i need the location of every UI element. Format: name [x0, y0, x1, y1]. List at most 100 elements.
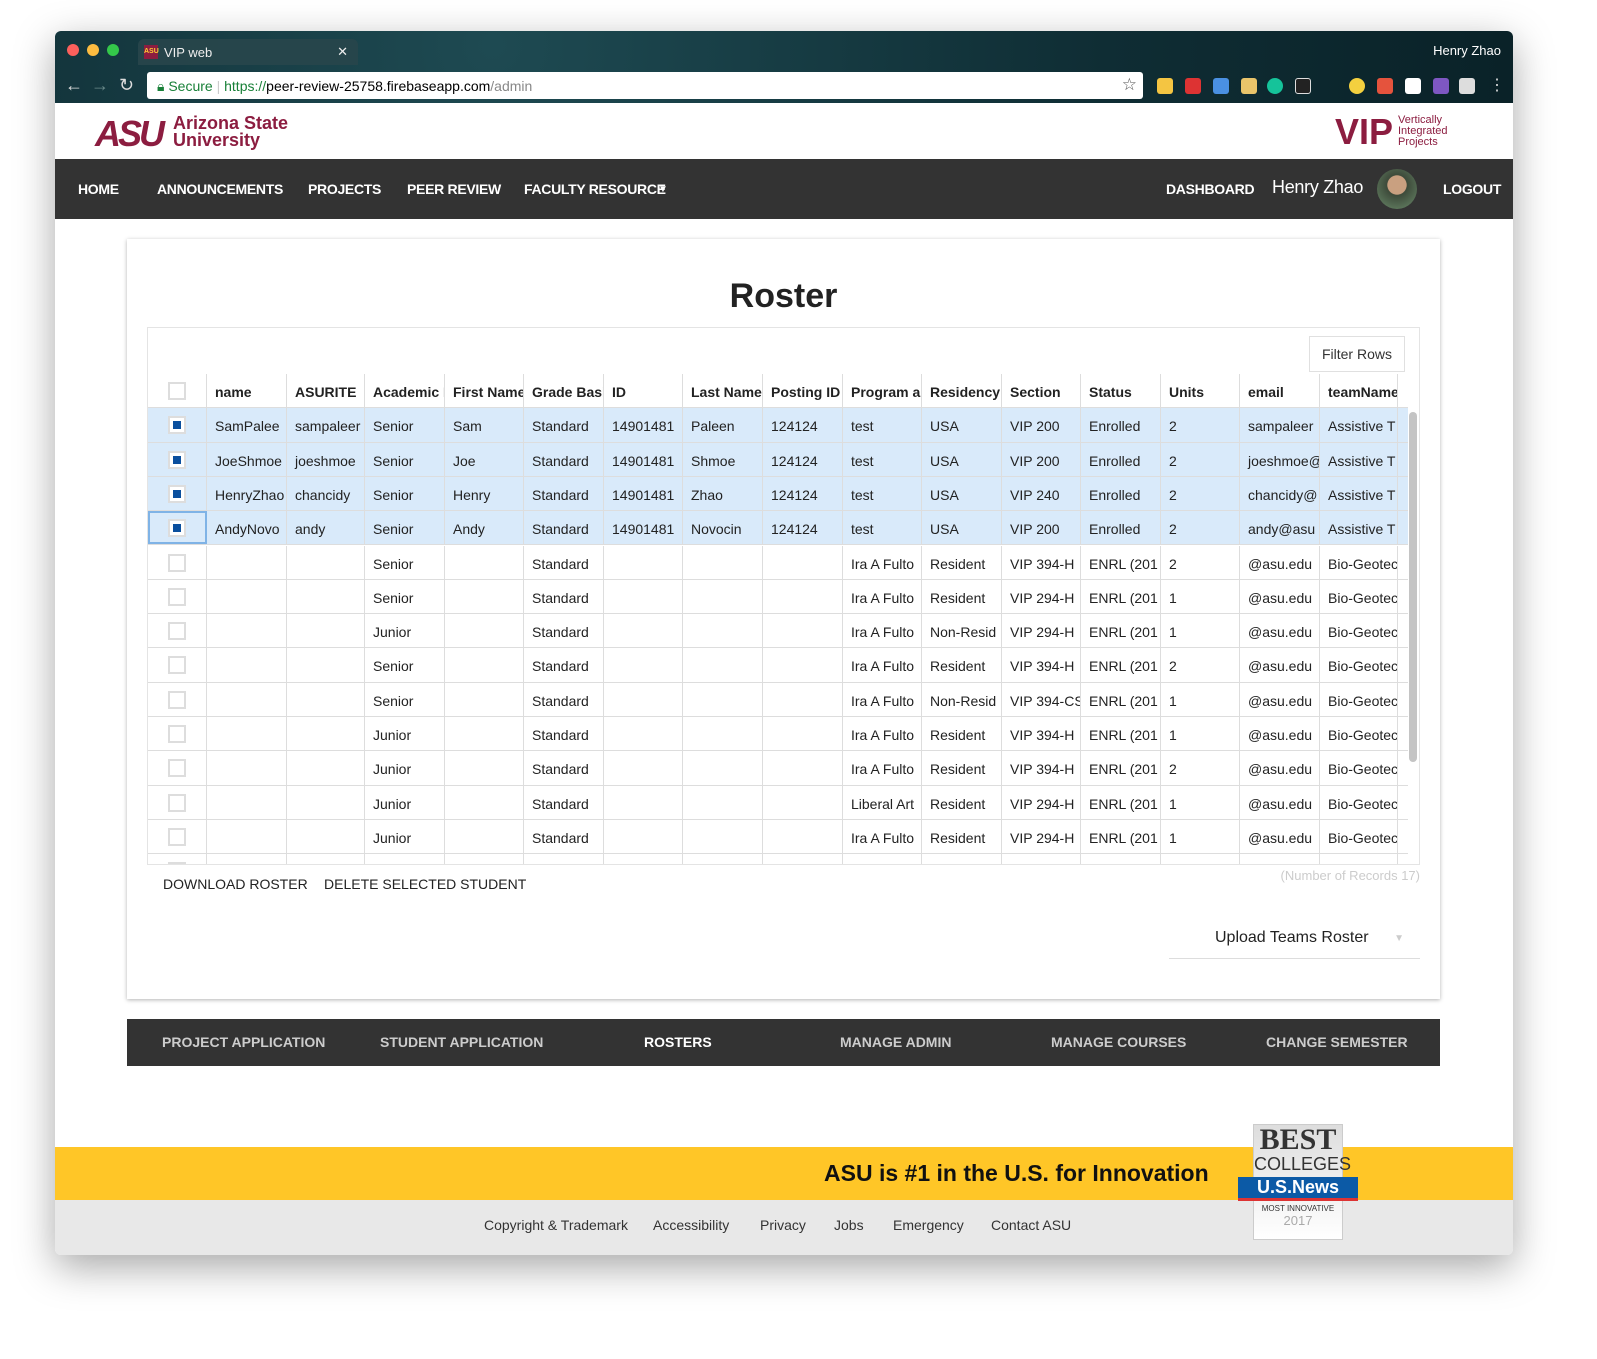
close-tab-icon[interactable]: ✕ [337, 44, 348, 60]
row-checkbox[interactable] [168, 416, 186, 435]
table-header-row[interactable]: name ASURITE Academic L First Name Grade Bas… [148, 374, 1408, 409]
table-cell [1002, 854, 1081, 864]
column-header[interactable]: Units [1161, 374, 1240, 408]
column-header[interactable]: Section [1002, 374, 1081, 408]
row-checkbox[interactable] [168, 519, 186, 538]
table-cell: Standard [524, 545, 604, 579]
row-checkbox[interactable] [168, 553, 186, 572]
table-row[interactable]: Junior Standard Ira A Fulto Resident VIP 394… [148, 717, 1408, 752]
vertical-scrollbar[interactable] [1409, 412, 1417, 762]
table-row[interactable]: Senior Standard Ira A Fulto Non-Resid VIP 39… [148, 682, 1408, 717]
subnav-rosters[interactable]: ROSTERS [644, 1034, 712, 1050]
download-roster-button[interactable]: DOWNLOAD ROSTER [163, 876, 308, 892]
table-row[interactable]: Senior Standard Ira A Fulto Resident VIP 394… [148, 545, 1408, 580]
table-row[interactable]: HenryZhao chancidy Senior Henry Standard 1490… [148, 476, 1408, 512]
profile-name[interactable]: Henry Zhao [1433, 43, 1501, 58]
table-row[interactable]: AndyNovo andy Senior Andy Standard 14901481 No… [148, 511, 1408, 546]
maximize-window-button[interactable] [107, 44, 119, 56]
nav-faculty-resource[interactable]: FACULTY RESOURCE [524, 181, 666, 197]
reload-icon[interactable]: ↻ [119, 75, 134, 96]
minimize-window-button[interactable] [87, 44, 99, 56]
column-header[interactable]: teamName [1320, 374, 1398, 408]
table-row[interactable] [148, 854, 1408, 864]
nav-announcements[interactable]: ANNOUNCEMENTS [157, 181, 283, 197]
grammarly-icon[interactable] [1267, 78, 1283, 94]
banner-text[interactable]: ASU is #1 in the U.S. for Innovation [824, 1160, 1209, 1187]
footer-link-privacy[interactable]: Privacy [760, 1217, 806, 1233]
column-header[interactable]: Program an [843, 374, 922, 408]
nav-dashboard[interactable]: DASHBOARD [1166, 181, 1255, 197]
back-icon[interactable]: ← [65, 75, 83, 96]
column-header[interactable]: ASURITE [287, 374, 365, 408]
bookmark-star-icon[interactable]: ☆ [1122, 75, 1137, 95]
nav-logout[interactable]: LOGOUT [1443, 181, 1501, 197]
table-row[interactable]: Junior Standard Ira A Fulto Non-Resid VIP 29… [148, 614, 1408, 649]
footer-link-accessibility[interactable]: Accessibility [653, 1217, 729, 1233]
row-checkbox[interactable] [168, 759, 186, 778]
row-checkbox[interactable] [168, 690, 186, 709]
column-header[interactable]: Residency [922, 374, 1002, 408]
menu-kebab-icon[interactable]: ⋮ [1489, 75, 1505, 95]
upload-teams-roster-select[interactable]: Upload Teams Roster ▼ [1169, 929, 1420, 959]
column-header[interactable]: Status [1081, 374, 1161, 408]
table-row[interactable]: Junior Standard Ira A Fulto Resident VIP 394… [148, 751, 1408, 786]
subnav-project-application[interactable]: PROJECT APPLICATION [162, 1034, 325, 1050]
filter-rows-button[interactable]: Filter Rows [1308, 336, 1405, 372]
column-header[interactable]: ID [604, 374, 683, 408]
extension-icon[interactable] [1185, 78, 1201, 94]
caret-down-icon[interactable]: ▼ [658, 184, 668, 195]
extension-icon[interactable] [1459, 78, 1475, 94]
subnav-manage-admin[interactable]: MANAGE ADMIN [840, 1034, 951, 1050]
column-header[interactable]: Posting ID [763, 374, 843, 408]
row-checkbox[interactable] [168, 622, 186, 641]
row-checkbox[interactable] [168, 484, 186, 503]
record-count: (Number of Records 17) [1280, 868, 1420, 883]
footer-link-jobs[interactable]: Jobs [834, 1217, 864, 1233]
row-checkbox[interactable] [168, 793, 186, 812]
footer-link-emergency[interactable]: Emergency [893, 1217, 964, 1233]
table-cell [922, 854, 1002, 864]
column-header[interactable]: First Name [445, 374, 524, 408]
footer-link-copyright[interactable]: Copyright & Trademark [484, 1217, 628, 1233]
table-row[interactable]: Senior Standard Ira A Fulto Resident VIP 394… [148, 648, 1408, 683]
extension-icon[interactable] [1377, 78, 1393, 94]
extension-icon[interactable] [1157, 78, 1173, 94]
row-checkbox[interactable] [168, 450, 186, 469]
column-header[interactable]: Last Name [683, 374, 763, 408]
table-row[interactable]: Junior Standard Ira A Fulto Resident VIP 294… [148, 819, 1408, 855]
extension-icon[interactable] [1295, 78, 1311, 94]
column-header[interactable]: Academic L [365, 374, 445, 408]
subnav-change-semester[interactable]: CHANGE SEMESTER [1266, 1034, 1408, 1050]
row-checkbox[interactable] [168, 862, 186, 864]
nav-home[interactable]: HOME [78, 181, 119, 197]
row-checkbox[interactable] [168, 587, 186, 606]
extension-icon[interactable] [1349, 78, 1365, 94]
column-header[interactable]: name [207, 374, 287, 408]
nav-projects[interactable]: PROJECTS [308, 181, 381, 197]
table-row[interactable]: Junior Standard Liberal Art Resident VIP 294… [148, 785, 1408, 820]
row-checkbox[interactable] [168, 656, 186, 675]
extension-icon[interactable] [1433, 78, 1449, 94]
footer-link-contact[interactable]: Contact ASU [991, 1217, 1071, 1233]
select-all-checkbox[interactable] [168, 382, 186, 400]
close-window-button[interactable] [67, 44, 79, 56]
browser-tab[interactable]: ASU VIP web ✕ [138, 39, 358, 65]
row-checkbox[interactable] [168, 827, 186, 846]
extension-icon[interactable] [1241, 78, 1257, 94]
avatar[interactable] [1377, 169, 1417, 209]
table-row[interactable]: Senior Standard Ira A Fulto Resident VIP 294… [148, 579, 1408, 615]
delete-selected-student-button[interactable]: DELETE SELECTED STUDENT [324, 876, 526, 892]
row-checkbox[interactable] [168, 725, 186, 743]
table-row[interactable]: JoeShmoe joeshmoe Senior Joe Standard 1490148… [148, 442, 1408, 477]
nav-peer-review[interactable]: PEER REVIEW [407, 181, 501, 197]
subnav-student-application[interactable]: STUDENT APPLICATION [380, 1034, 543, 1050]
extension-icon[interactable] [1213, 78, 1229, 94]
subnav-manage-courses[interactable]: MANAGE COURSES [1051, 1034, 1186, 1050]
nav-user-name[interactable]: Henry Zhao [1272, 177, 1363, 198]
table-row[interactable]: SamPalee sampaleer Senior Sam Standard 149014… [148, 408, 1408, 443]
column-header[interactable]: email [1240, 374, 1320, 408]
column-header[interactable]: Grade Basis [524, 374, 604, 408]
extension-icon[interactable] [1405, 78, 1421, 94]
forward-icon[interactable]: → [91, 75, 109, 96]
address-bar[interactable]: 🔒︎ Secure | https://peer-review-25758.fi… [147, 72, 1143, 99]
